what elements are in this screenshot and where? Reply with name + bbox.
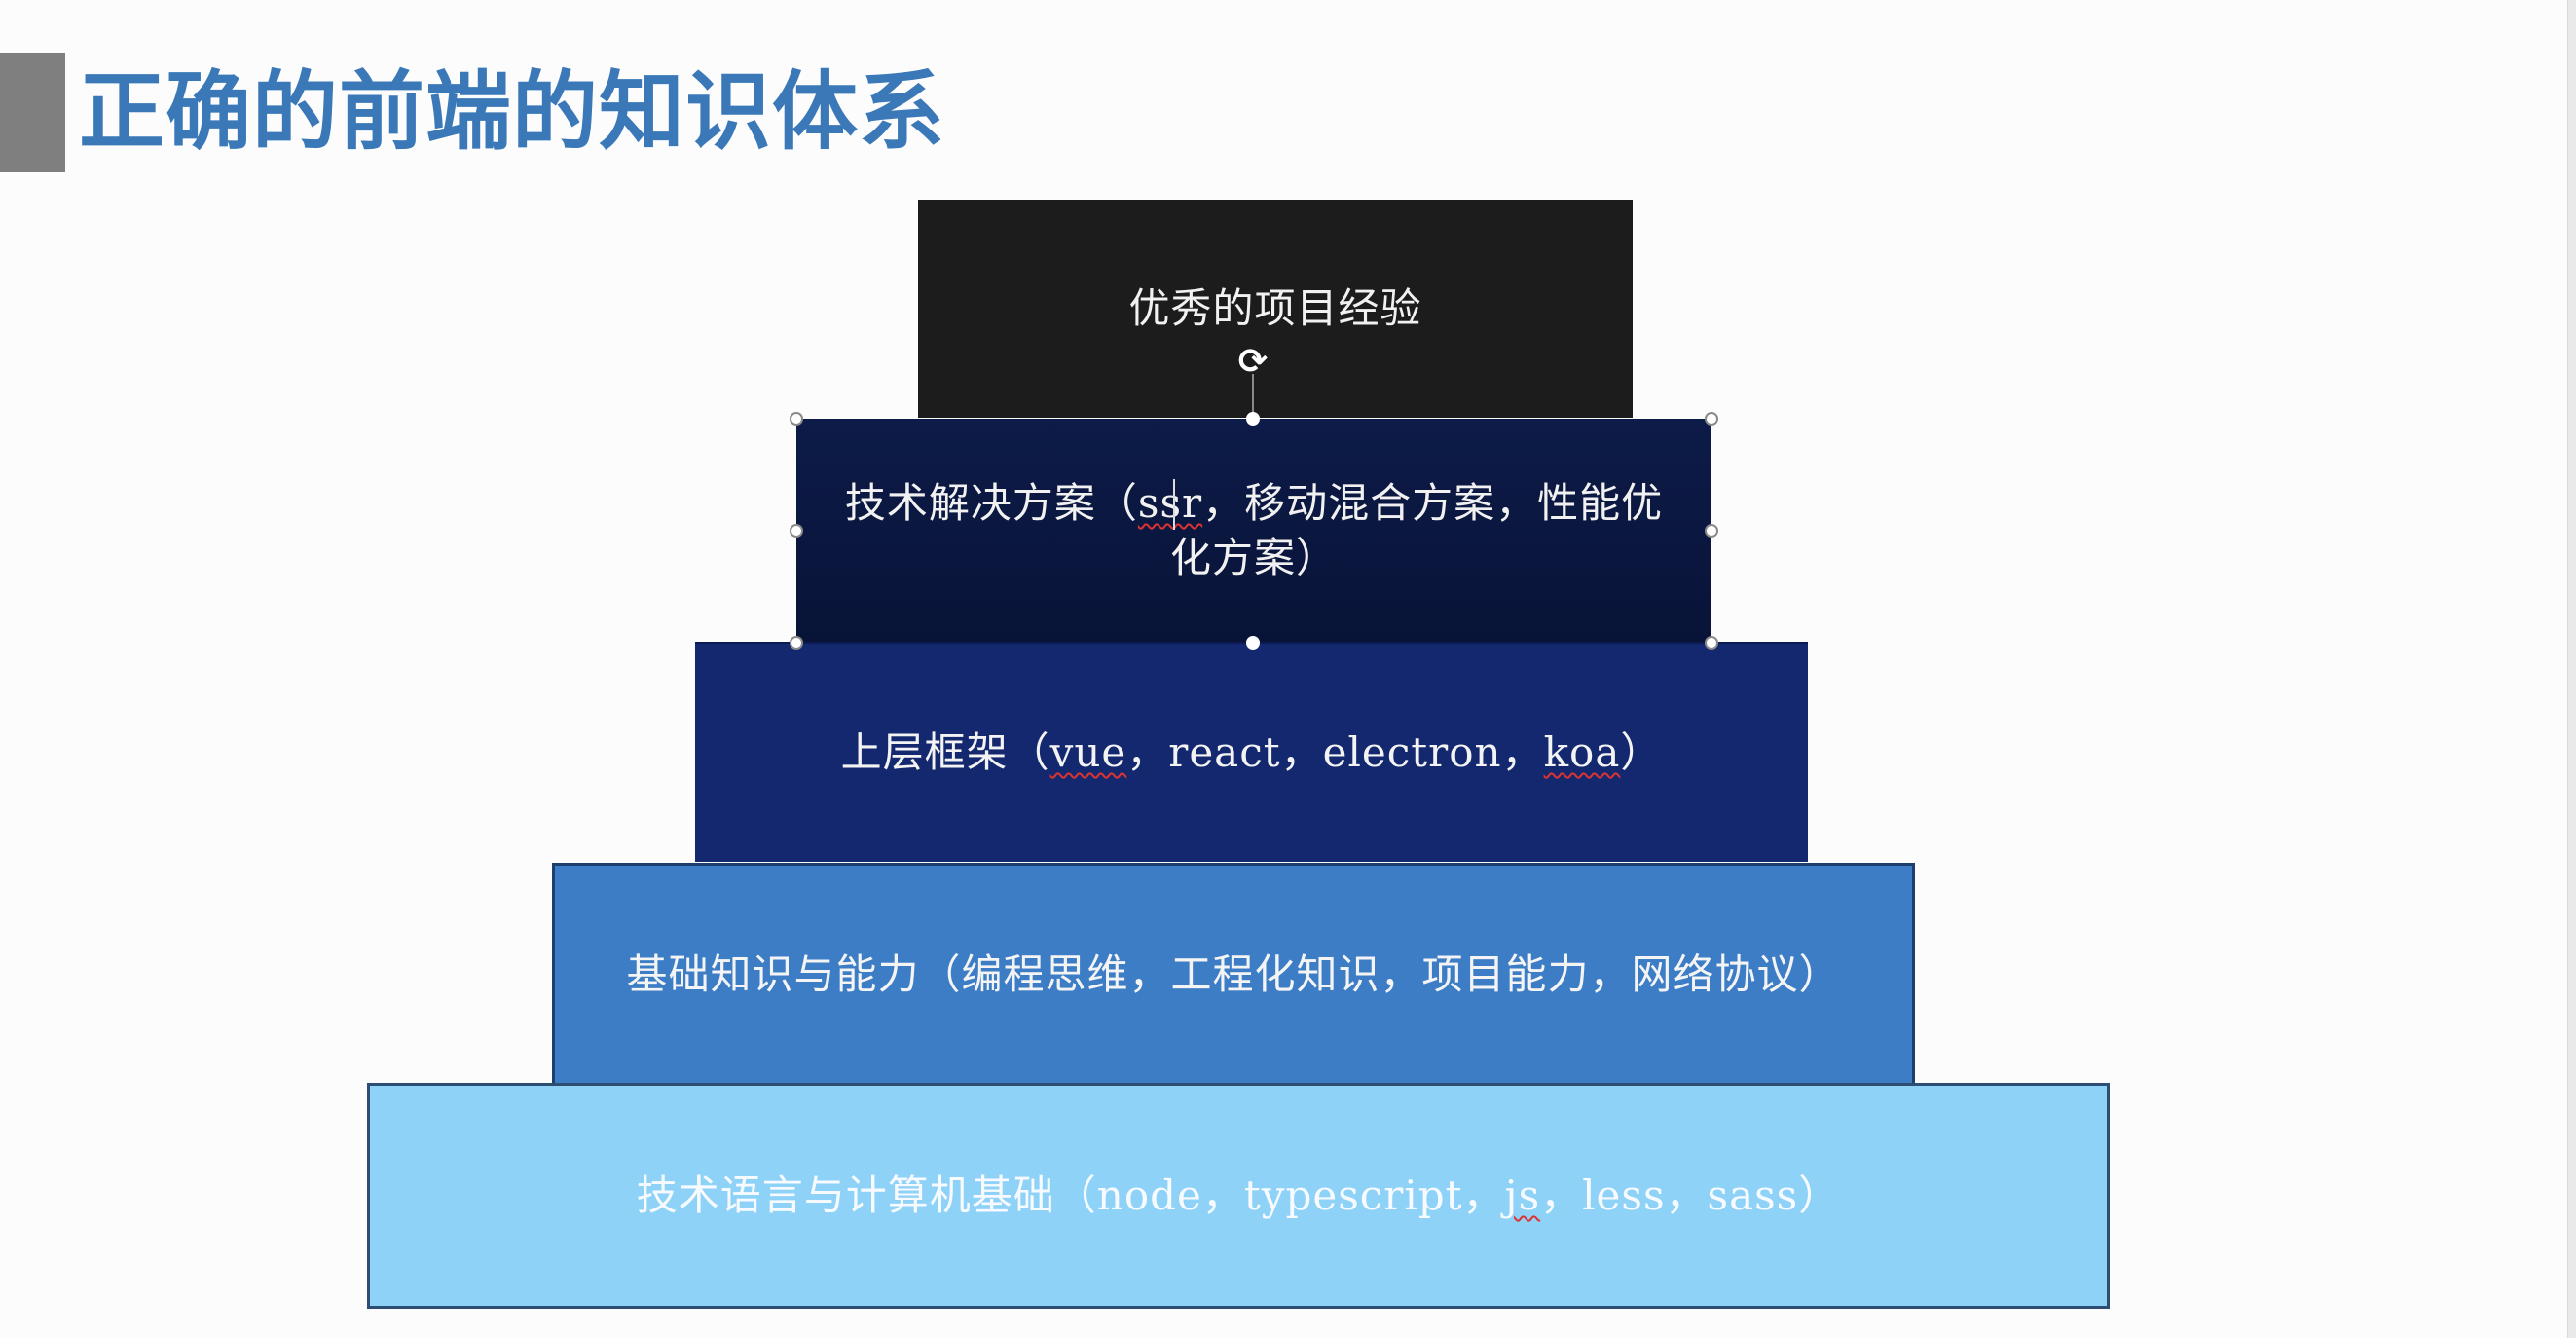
label-text: 技术解决方案（ <box>844 479 1138 527</box>
resize-handle-bottom-left[interactable] <box>790 636 803 650</box>
label-line-1: 技术解决方案（ssr，移动混合方案，性能优 <box>845 479 1663 527</box>
pyramid-layer-label: 上层框架（vue，react，electron，koa） <box>841 725 1663 780</box>
spellcheck-word: ssr <box>1137 479 1203 527</box>
pyramid-layer-label: 基础知识与能力（编程思维，工程化知识，项目能力，网络协议） <box>626 949 1841 998</box>
resize-handle-left[interactable] <box>790 524 803 538</box>
pyramid-layer-fundamentals[interactable]: 基础知识与能力（编程思维，工程化知识，项目能力，网络协议） <box>552 863 1915 1086</box>
spellcheck-word: vue <box>1049 728 1127 776</box>
pyramid-layer-base[interactable]: 技术语言与计算机基础（node，typescript，js，less，sass） <box>367 1083 2110 1309</box>
label-text: ，移动混合方案，性能优 <box>1202 479 1664 527</box>
resize-handle-bottom[interactable] <box>1246 636 1260 650</box>
pyramid-layer-label: 技术解决方案（ssr，移动混合方案，性能优 化方案） <box>845 476 1663 585</box>
slide-title[interactable]: 正确的前端的知识体系 <box>79 49 945 175</box>
spellcheck-word: koa <box>1543 728 1621 776</box>
rotate-icon[interactable]: ⟳ <box>1233 343 1272 382</box>
pyramid-layer-frameworks[interactable]: 上层框架（vue，react，electron，koa） <box>695 642 1808 862</box>
resize-handle-top-left[interactable] <box>790 412 803 426</box>
scrollbar-edge[interactable] <box>2567 0 2576 1338</box>
resize-handle-right[interactable] <box>1705 524 1718 538</box>
label-text: ，less，sass） <box>1540 1171 1841 1219</box>
pyramid-layer-label: 优秀的项目经验 <box>1128 284 1422 332</box>
spellcheck-word: js <box>1504 1171 1541 1219</box>
resize-handle-top-right[interactable] <box>1705 412 1718 426</box>
label-text: 技术语言与计算机基础（node，typescript， <box>636 1171 1505 1219</box>
resize-handle-bottom-right[interactable] <box>1705 636 1718 650</box>
label-text: ） <box>1620 728 1663 776</box>
label-line-2: 化方案） <box>1169 534 1338 581</box>
text-cursor <box>1173 479 1175 530</box>
label-text: ，react，electron， <box>1126 728 1544 776</box>
slide-canvas: 正确的前端的知识体系 优秀的项目经验 技术解决方案（ssr，移动混合方案，性能优… <box>0 0 2576 1338</box>
pyramid-layer-solutions[interactable]: 技术解决方案（ssr，移动混合方案，性能优 化方案） <box>796 419 1711 643</box>
label-text: 上层框架（ <box>840 728 1050 776</box>
resize-handle-top[interactable] <box>1246 412 1260 426</box>
pyramid-layer-label: 技术语言与计算机基础（node，typescript，js，less，sass） <box>637 1169 1840 1223</box>
title-accent-bar <box>0 53 65 172</box>
pyramid-layer-top[interactable]: 优秀的项目经验 <box>918 200 1633 418</box>
